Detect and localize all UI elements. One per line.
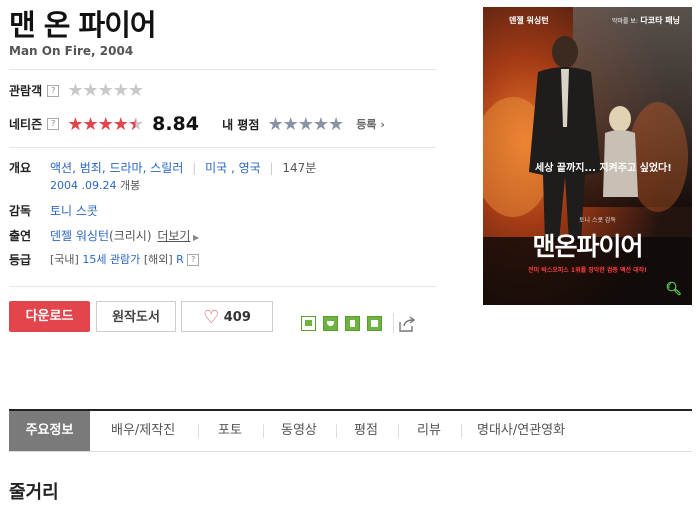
poster-subtitle: 전미 박스오피스 1위를 장악한 검증 액션 대작!: [528, 267, 647, 274]
overseas-grade-link[interactable]: R: [176, 253, 184, 266]
tab-photos[interactable]: 포토: [218, 411, 242, 451]
chevron-right-icon: ▶: [190, 233, 200, 242]
genre-link[interactable]: 스릴러: [150, 161, 183, 175]
cast-link[interactable]: 덴젤 워싱턴: [50, 229, 109, 243]
netizen-label: 네티즌: [9, 117, 43, 132]
tab-reviews[interactable]: 리뷰: [417, 411, 441, 451]
runtime: 147분: [282, 161, 317, 175]
release-suffix: 개봉: [119, 179, 141, 192]
zoom-icon[interactable]: 🔍︎: [665, 282, 682, 297]
audience-label: 관람객: [9, 84, 43, 98]
audience-stars-empty: ★★★★★: [67, 80, 144, 101]
netizen-score: 8.84: [152, 113, 199, 135]
tab-divider: [398, 424, 399, 438]
director-label: 감독: [9, 204, 32, 218]
audience-rating: 관람객 ? ★★★★★: [9, 80, 144, 102]
tab-quotes-related[interactable]: 명대사/연관영화: [477, 411, 565, 451]
divider: [9, 69, 436, 70]
tab-divider: [461, 424, 462, 438]
download-button[interactable]: 다운로드: [9, 301, 90, 332]
original-book-button[interactable]: 원작도서: [96, 301, 176, 332]
divider: [9, 286, 436, 287]
memo-share-icon[interactable]: [367, 316, 382, 331]
movie-title: 맨 온 파이어: [9, 8, 157, 42]
tab-ratings[interactable]: 평점: [354, 411, 378, 451]
more-cast-link[interactable]: 더보기: [157, 229, 190, 243]
movie-poster[interactable]: 덴젤 워싱턴 악마를 보: 다코타 패닝 세상 끝까지... 지켜주고 싶었다!…: [483, 7, 692, 305]
tab-divider: [198, 424, 199, 438]
tab-divider: [336, 424, 337, 438]
tab-videos[interactable]: 동영상: [281, 411, 317, 451]
tab-cast-crew[interactable]: 배우/제작진: [111, 411, 175, 451]
cast-role: (크리시): [109, 229, 152, 243]
my-rating-label: 내 평점: [222, 117, 260, 132]
summary-label: 개요: [9, 161, 32, 175]
netizen-stars: ★★★★★: [67, 113, 144, 135]
help-icon[interactable]: ?: [187, 254, 200, 266]
cast-label: 출연: [9, 229, 32, 243]
poster-director: 토니 스콧 감독: [579, 217, 616, 224]
grade-label: 등급: [9, 253, 32, 267]
tab-divider: [263, 424, 264, 438]
domestic-grade-link[interactable]: 15세 관람가: [82, 253, 140, 266]
share-icon[interactable]: [399, 316, 416, 336]
movie-original-title: Man On Fire, 2004: [9, 44, 134, 58]
divider: [393, 313, 394, 333]
help-icon[interactable]: ?: [47, 118, 60, 130]
country-link[interactable]: 영국: [239, 161, 261, 175]
genre-link[interactable]: 드라마: [109, 161, 142, 175]
poster-actor-right: 악마를 보: 다코타 패닝: [611, 16, 680, 25]
country-link[interactable]: 미국: [205, 161, 227, 175]
blog-share-icon[interactable]: [301, 316, 316, 331]
like-count: 409: [223, 310, 251, 325]
my-rating-stars[interactable]: ★★★★★: [267, 114, 344, 135]
bookmark-share-icon[interactable]: [345, 316, 360, 331]
netizen-rating: 네티즌 ? ★★★★★ 8.84 내 평점 ★★★★★ 등록 ›: [9, 113, 385, 137]
divider: [9, 147, 436, 148]
heart-icon: ♡: [203, 307, 220, 328]
release-date-link[interactable]: 2004 .09.24: [50, 179, 116, 192]
like-button[interactable]: ♡ 409: [181, 301, 273, 332]
genre-link[interactable]: 범죄: [80, 161, 102, 175]
director-link[interactable]: 토니 스콧: [50, 204, 98, 218]
tab-main-info[interactable]: 주요정보: [9, 411, 90, 451]
cafe-share-icon[interactable]: [323, 316, 338, 331]
genre-link[interactable]: 액션: [50, 161, 72, 175]
poster-actor-left: 덴젤 워싱턴: [509, 16, 549, 25]
poster-tagline: 세상 끝까지... 지켜주고 싶었다!: [535, 163, 672, 174]
poster-title: 맨온파이어: [532, 232, 643, 261]
tab-bar: 주요정보 배우/제작진 포토 동영상 평점 리뷰 명대사/연관영화: [9, 409, 692, 452]
help-icon[interactable]: ?: [47, 84, 60, 97]
synopsis-heading: 줄거리: [9, 482, 59, 503]
register-link[interactable]: 등록 ›: [356, 118, 385, 131]
